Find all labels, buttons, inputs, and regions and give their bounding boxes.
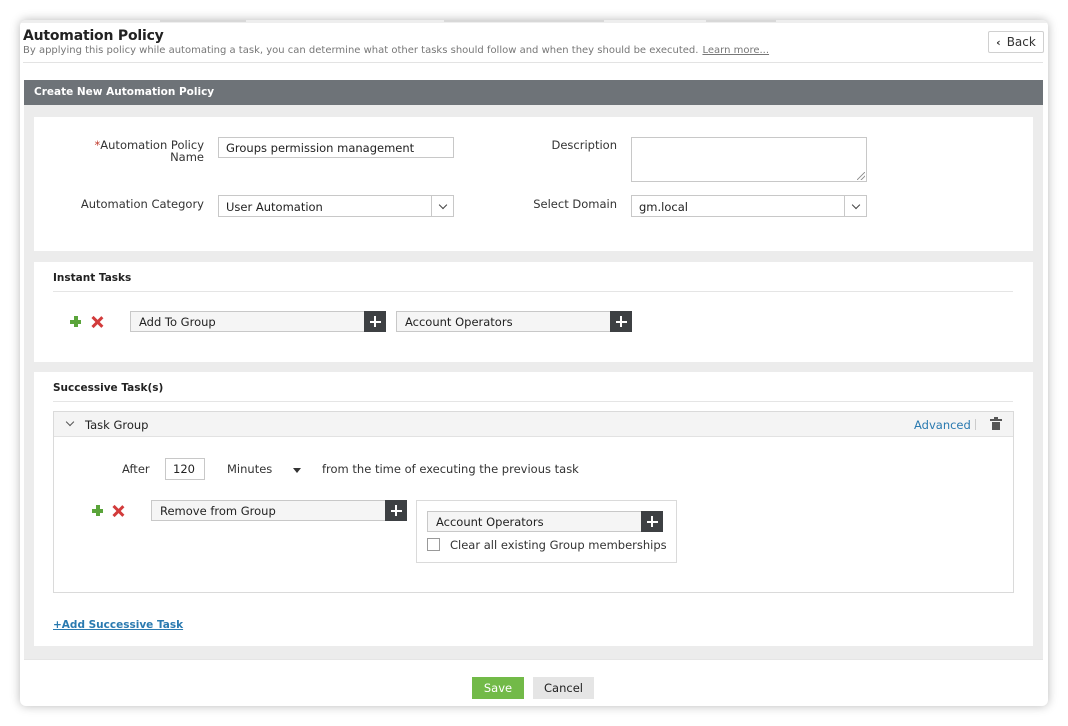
section-divider <box>53 291 1013 292</box>
plus-icon[interactable] <box>641 511 663 532</box>
policy-details-panel: *Automation Policy Name Groups permissio… <box>34 117 1033 251</box>
chevron-down-icon <box>431 196 453 216</box>
trash-icon[interactable] <box>990 417 1002 430</box>
chevron-down-icon[interactable] <box>65 417 75 427</box>
description-textarea[interactable] <box>631 137 867 182</box>
instant-task-picker[interactable]: Add To Group <box>130 311 386 332</box>
automation-policy-window: Automation Policy By applying this polic… <box>20 20 1048 706</box>
successive-task-picker[interactable]: Remove from Group <box>151 500 407 521</box>
description-label: Description <box>551 138 618 152</box>
top-tab-strip <box>20 20 1048 23</box>
footer-divider <box>24 659 1043 660</box>
policy-name-label: *Automation Policy Name <box>74 139 204 163</box>
successive-target-value: Account Operators <box>436 515 544 529</box>
instant-tasks-panel: Instant Tasks Add To Group Account Opera… <box>34 262 1033 362</box>
instant-tasks-title: Instant Tasks <box>53 272 132 284</box>
category-select-value: User Automation <box>226 200 323 214</box>
caret-down-icon[interactable] <box>293 468 301 473</box>
delay-value-input[interactable]: 120 <box>165 458 205 480</box>
back-button[interactable]: ‹ Back <box>988 31 1044 53</box>
task-group-header[interactable]: Task Group Advanced <box>54 412 1013 437</box>
page-subtitle-text: By applying this policy while automating… <box>23 45 699 56</box>
chevron-left-icon: ‹ <box>996 35 1001 49</box>
plus-icon[interactable] <box>364 311 386 332</box>
add-successive-task-link[interactable]: +Add Successive Task <box>53 619 183 631</box>
save-button[interactable]: Save <box>472 677 524 699</box>
successive-task-value: Remove from Group <box>160 504 276 518</box>
delay-unit-select[interactable]: Minutes <box>227 463 272 475</box>
add-task-icon[interactable] <box>92 505 103 516</box>
back-button-label: Back <box>1006 35 1036 49</box>
successive-tasks-panel: Successive Task(s) Task Group Advanced A… <box>34 372 1033 646</box>
policy-name-input[interactable]: Groups permission management <box>218 137 454 158</box>
category-label: Automation Category <box>80 197 204 211</box>
section-divider <box>53 401 1013 402</box>
domain-select-value: gm.local <box>639 200 688 214</box>
instant-task-value: Add To Group <box>139 315 216 329</box>
policy-name-label-line2: Name <box>170 150 204 164</box>
clear-memberships-label: Clear all existing Group memberships <box>450 538 667 552</box>
remove-task-icon[interactable] <box>112 505 124 517</box>
tab-strip-segment <box>160 20 246 22</box>
task-group: Task Group Advanced After 120 Minutes fr… <box>53 411 1014 593</box>
clear-memberships-checkbox[interactable] <box>427 538 440 551</box>
plus-icon[interactable] <box>385 500 407 521</box>
advanced-link[interactable]: Advanced <box>914 418 971 432</box>
instant-target-picker[interactable]: Account Operators <box>396 311 632 332</box>
after-label: After <box>122 462 150 476</box>
tab-strip-segment <box>706 20 776 22</box>
section-bar: Create New Automation Policy <box>24 80 1043 105</box>
delay-description: from the time of executing the previous … <box>322 462 579 476</box>
domain-label: Select Domain <box>533 197 617 211</box>
cancel-button[interactable]: Cancel <box>533 677 594 699</box>
instant-target-value: Account Operators <box>405 315 513 329</box>
remove-task-icon[interactable] <box>91 316 103 328</box>
domain-select[interactable]: gm.local <box>631 195 867 217</box>
page-subtitle: By applying this policy while automating… <box>23 45 769 56</box>
page-title: Automation Policy <box>23 28 164 44</box>
header-separator <box>975 419 976 430</box>
add-task-icon[interactable] <box>70 316 81 327</box>
learn-more-link[interactable]: Learn more... <box>702 45 769 56</box>
target-options-panel: Account Operators Clear all existing Gro… <box>416 500 677 563</box>
chevron-down-icon <box>844 196 866 216</box>
task-group-title: Task Group <box>85 418 149 432</box>
tab-strip-segment <box>444 20 604 22</box>
header-divider <box>23 62 1043 63</box>
category-select[interactable]: User Automation <box>218 195 454 217</box>
successive-target-picker[interactable]: Account Operators <box>427 511 663 532</box>
plus-icon[interactable] <box>610 311 632 332</box>
successive-tasks-title: Successive Task(s) <box>53 382 164 394</box>
resize-handle-icon[interactable] <box>857 172 865 180</box>
